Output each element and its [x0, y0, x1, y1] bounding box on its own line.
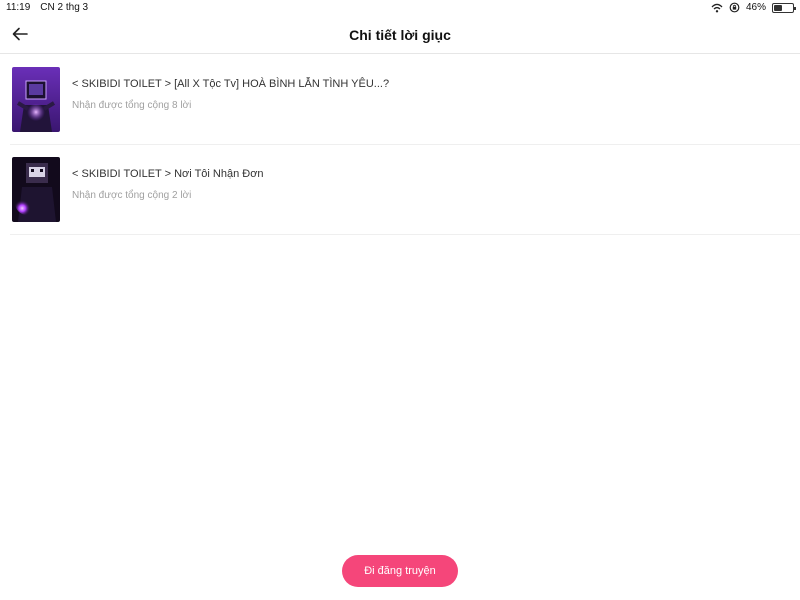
status-time: 11:19	[6, 2, 31, 13]
page-title: Chi tiết lời giục	[349, 27, 451, 43]
status-bar: 11:19 CN 2 thg 3 46%	[0, 0, 800, 16]
wifi-icon	[711, 3, 723, 12]
story-title: < SKIBIDI TOILET > Nơi Tôi Nhận Đơn	[72, 168, 264, 180]
battery-percent: 46%	[745, 2, 766, 13]
navigation-bar: Chi tiết lời giục	[0, 16, 800, 54]
reminder-count: Nhận được tổng cộng 2 lời	[72, 190, 192, 201]
status-right: 46%	[711, 2, 796, 13]
reminder-count: Nhận được tổng cộng 8 lời	[72, 100, 192, 111]
battery-level	[774, 4, 783, 11]
battery-icon	[772, 2, 796, 13]
cover-thumbnail	[12, 157, 60, 222]
status-left: 11:19 CN 2 thg 3	[6, 2, 88, 13]
status-date: CN 2 thg 3	[40, 2, 89, 13]
cover-thumbnail	[12, 67, 60, 132]
list-item[interactable]: < SKIBIDI TOILET > Nơi Tôi Nhận Đơn Nhận…	[10, 145, 800, 235]
post-story-button[interactable]: Đi đăng truyện	[342, 555, 458, 587]
story-list: < SKIBIDI TOILET > [All X Tộc Tv] HOÀ BÌ…	[0, 55, 800, 235]
story-title: < SKIBIDI TOILET > [All X Tộc Tv] HOÀ BÌ…	[72, 78, 390, 90]
orientation-lock-icon	[729, 2, 740, 13]
list-item[interactable]: < SKIBIDI TOILET > [All X Tộc Tv] HOÀ BÌ…	[10, 55, 800, 145]
